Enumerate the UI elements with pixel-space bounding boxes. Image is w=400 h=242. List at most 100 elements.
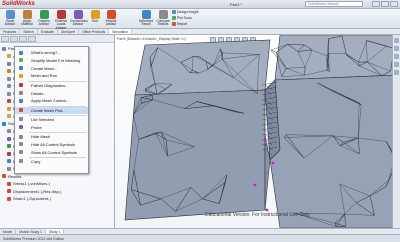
menu-item[interactable]: Failure Diagnostics... — [15, 82, 88, 89]
menu-item[interactable]: Simplify Model For Meshing — [15, 57, 88, 64]
small-button-icon — [172, 10, 176, 14]
menu-item[interactable]: Show All Control Symbols — [15, 149, 88, 156]
load-button[interactable]: External Loads Advisor — [53, 10, 69, 29]
menu-item[interactable]: What's wrong?... — [15, 49, 88, 56]
mesh-control-point[interactable] — [265, 208, 269, 212]
results-icon — [106, 10, 116, 19]
app-logo[interactable]: SolidWorks — [2, 1, 35, 8]
tree-node-icon — [7, 91, 11, 96]
graphics-viewport[interactable]: Part1 (Default<<Default>_Display State 1… — [115, 35, 400, 228]
tree-node-icon — [7, 106, 11, 111]
ribbon-button-label: Run — [92, 19, 98, 23]
menu-item[interactable]: Create Mesh Plot... — [15, 106, 88, 114]
design-library-icon[interactable] — [394, 46, 399, 51]
dimxpert-tab-icon[interactable] — [28, 36, 36, 42]
connection-button[interactable]: Connections Advisor — [70, 10, 88, 28]
tab-dimxpert[interactable]: DimXpert — [58, 29, 80, 34]
results-button[interactable]: Results Advisor — [103, 10, 119, 28]
ribbon-button-label: Study Advisor — [4, 19, 16, 27]
ribbon-button-label: Compare Results — [156, 19, 170, 27]
menu-item[interactable]: List Selected — [15, 116, 88, 123]
menu-item-label: Failure Diagnostics... — [31, 82, 69, 88]
command-manager-ribbon: Study Advisor Apply Material Fixtures Advi… — [0, 9, 400, 29]
tab-sketch[interactable]: Sketch — [20, 29, 38, 34]
material-icon — [22, 10, 32, 19]
menu-item-icon — [19, 98, 23, 103]
menu-item[interactable]: Apply Mesh Control... — [15, 97, 88, 104]
resources-icon[interactable] — [394, 38, 399, 43]
menu-item-icon — [19, 83, 23, 88]
compare-button[interactable]: Compare Results — [155, 10, 171, 28]
ribbon-button-label: Apply Material — [21, 19, 33, 27]
fixture-icon — [39, 10, 49, 19]
tree-item-label: Strain1 (-Equivalent-) — [13, 196, 51, 201]
ribbon-small-button[interactable]: Plot Tools — [172, 16, 192, 20]
status-bar: SolidWorks Premium 2012 x64 Edition — [0, 234, 400, 242]
menu-item[interactable]: Probe — [15, 124, 88, 131]
task-pane — [392, 35, 400, 228]
menu-item-label: What's wrong?... — [31, 50, 61, 55]
tree-node-icon — [7, 61, 11, 66]
menu-item[interactable]: Mesh and Run — [15, 72, 88, 79]
small-button-label: Report — [177, 22, 188, 26]
menu-item[interactable]: Create Mesh... — [15, 65, 88, 72]
property-tab-icon[interactable] — [10, 36, 18, 42]
fixture-button[interactable]: Fixtures Advisor — [36, 10, 52, 28]
file-explorer-icon[interactable] — [394, 54, 399, 59]
config-tab-icon[interactable] — [19, 36, 27, 42]
deformed-button[interactable]: Deformed Result — [138, 10, 154, 28]
menu-item-icon — [19, 134, 23, 139]
tree-node-icon — [7, 84, 11, 89]
tree-item-label: Displacement1 (-Res disp-) — [13, 188, 62, 194]
ribbon-small-button[interactable]: Design Insight — [172, 10, 199, 14]
menu-item-icon — [19, 159, 23, 164]
study-advisor-button[interactable]: Study Advisor — [2, 10, 18, 28]
run-button[interactable]: Run — [87, 10, 103, 28]
menu-item[interactable]: Copy — [15, 158, 88, 165]
tab-office-products[interactable]: Office Products — [79, 29, 110, 34]
tree-node-icon — [7, 189, 11, 194]
mesh-control-point[interactable] — [263, 138, 267, 142]
appearances-icon[interactable] — [394, 70, 399, 75]
tree-item[interactable]: Strain1 (-Equivalent-) — [2, 195, 112, 203]
search-input[interactable]: SolidWorks Search — [305, 1, 363, 7]
feature-tree-tab-icon[interactable] — [1, 36, 9, 42]
menu-item[interactable]: Details... — [15, 90, 88, 97]
deformed-icon — [141, 10, 151, 19]
tree-node-icon — [2, 121, 6, 126]
tab-evaluate[interactable]: Evaluate — [38, 29, 58, 34]
menu-item-icon — [19, 125, 23, 130]
menu-item[interactable]: Hide All Control Symbols — [15, 141, 88, 148]
maximize-icon[interactable] — [381, 1, 389, 7]
menu-item-label: Mesh and Run — [31, 73, 58, 79]
mesh-model[interactable] — [115, 35, 400, 228]
window-controls — [372, 1, 398, 7]
title-bar: SolidWorks Part1 * SolidWorks Search — [0, 0, 400, 9]
compare-icon — [158, 10, 168, 19]
tree-item-label: Stress1 (-vonMises-) — [13, 181, 50, 186]
menu-item-label: Hide All Control Symbols — [31, 141, 76, 147]
tree-item[interactable]: Stress1 (-vonMises-) — [2, 180, 112, 188]
close-icon[interactable] — [390, 1, 398, 7]
view-palette-icon[interactable] — [394, 62, 399, 67]
mesh-context-menu: What's wrong?... Simplify Model For Meshi… — [14, 46, 89, 174]
mesh-control-point[interactable] — [253, 183, 257, 187]
menu-item-label: Simplify Model For Meshing — [31, 57, 81, 63]
tree-node-icon — [7, 159, 11, 164]
ribbon-small-button[interactable]: Report — [172, 22, 187, 26]
study-advisor-icon — [5, 10, 15, 19]
document-title: Part1 * — [230, 2, 243, 7]
tab-simulation[interactable]: Simulation — [109, 29, 133, 34]
minimize-icon[interactable] — [372, 1, 380, 7]
mesh-control-point[interactable] — [271, 161, 275, 165]
tree-node-icon — [7, 166, 11, 171]
watermark-text: Educational Version. For Instructional U… — [205, 212, 310, 218]
small-button-icon — [172, 22, 176, 26]
tab-features[interactable]: Features — [0, 29, 21, 34]
panel-tabs — [0, 35, 114, 43]
tree-item[interactable]: Displacement1 (-Res disp-) — [2, 188, 112, 196]
menu-item-label: Probe — [31, 124, 42, 130]
material-button[interactable]: Apply Material — [19, 10, 35, 28]
menu-item[interactable]: Hide Mesh — [15, 133, 88, 140]
menu-item-icon — [19, 73, 23, 78]
